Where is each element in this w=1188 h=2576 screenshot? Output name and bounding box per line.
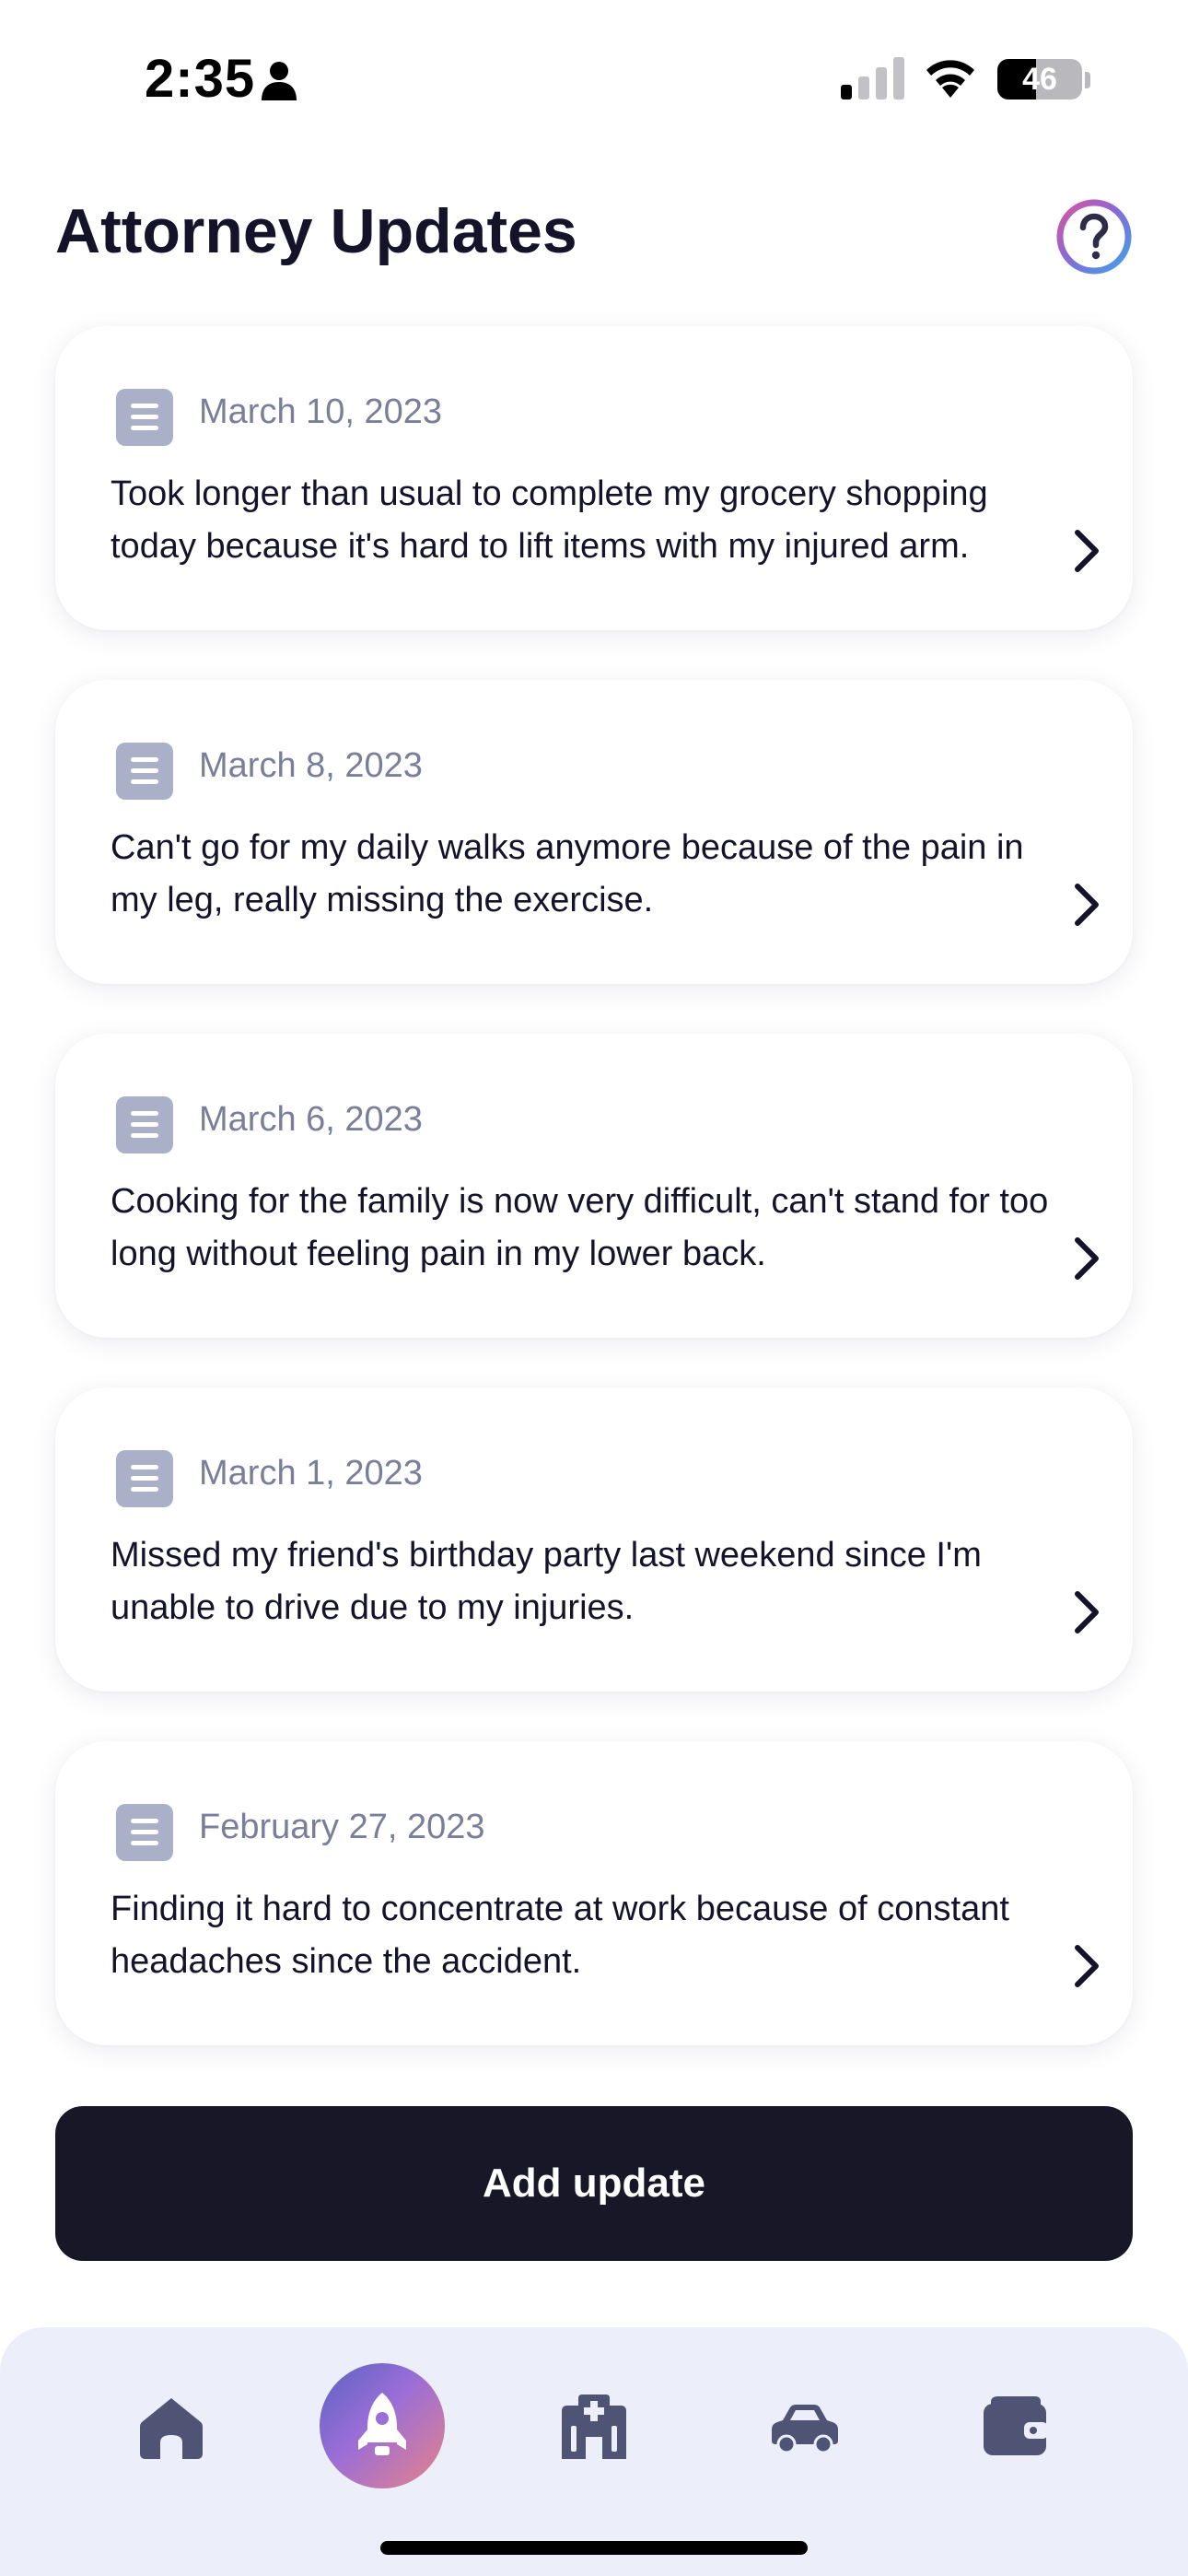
question-circle-icon[interactable] (1055, 198, 1133, 275)
document-icon (116, 1096, 173, 1153)
status-time: 2:35 (145, 49, 256, 109)
chevron-right-icon (1075, 1591, 1099, 1633)
battery-indicator: 46 (997, 59, 1082, 100)
document-icon (116, 1804, 173, 1861)
app-screen: 2:35 46 Attorney Updates March 10, 2023 … (0, 0, 1188, 2576)
car-icon[interactable] (770, 2404, 840, 2453)
document-icon (116, 389, 173, 446)
add-update-button[interactable]: Add update (55, 2106, 1133, 2261)
update-text: Missed my friend's birthday party last w… (111, 1536, 982, 1627)
update-date: March 1, 2023 (199, 1454, 423, 1493)
update-date: March 8, 2023 (199, 746, 423, 785)
page-title: Attorney Updates (55, 196, 577, 266)
home-indicator (380, 2541, 808, 2555)
person-icon (262, 62, 297, 100)
status-bar: 2:35 46 (0, 0, 1188, 157)
wallet-icon[interactable] (982, 2395, 1048, 2457)
update-card[interactable]: March 10, 2023 Took longer than usual to… (55, 326, 1133, 630)
cellular-signal-icon (841, 57, 904, 100)
update-date: February 27, 2023 (199, 1808, 485, 1846)
chevron-right-icon (1075, 530, 1099, 572)
battery-cap (1085, 72, 1090, 88)
chevron-right-icon (1075, 1237, 1099, 1280)
chevron-right-icon (1075, 884, 1099, 926)
chevron-right-icon (1075, 1945, 1099, 1987)
update-date: March 6, 2023 (199, 1100, 423, 1139)
update-card[interactable]: March 1, 2023 Missed my friend's birthda… (55, 1388, 1133, 1692)
document-icon (116, 743, 173, 800)
update-date: March 10, 2023 (199, 392, 443, 431)
update-card[interactable]: February 27, 2023 Finding it hard to con… (55, 1741, 1133, 2045)
wifi-icon (926, 60, 974, 98)
hospital-icon[interactable] (560, 2393, 628, 2461)
document-icon (116, 1450, 173, 1507)
update-text: Took longer than usual to complete my gr… (111, 474, 988, 566)
home-icon[interactable] (138, 2395, 204, 2461)
update-text: Finding it hard to concentrate at work b… (111, 1890, 1009, 1981)
update-card[interactable]: March 8, 2023 Can't go for my daily walk… (55, 680, 1133, 984)
updates-list: March 10, 2023 Took longer than usual to… (55, 326, 1133, 2095)
update-text: Cooking for the family is now very diffi… (111, 1182, 1049, 1273)
rocket-icon (358, 2393, 406, 2455)
rocket-nav-button[interactable] (320, 2363, 445, 2488)
update-text: Can't go for my daily walks anymore beca… (111, 828, 1024, 919)
battery-percentage: 46 (1022, 61, 1057, 97)
update-card[interactable]: March 6, 2023 Cooking for the family is … (55, 1034, 1133, 1338)
